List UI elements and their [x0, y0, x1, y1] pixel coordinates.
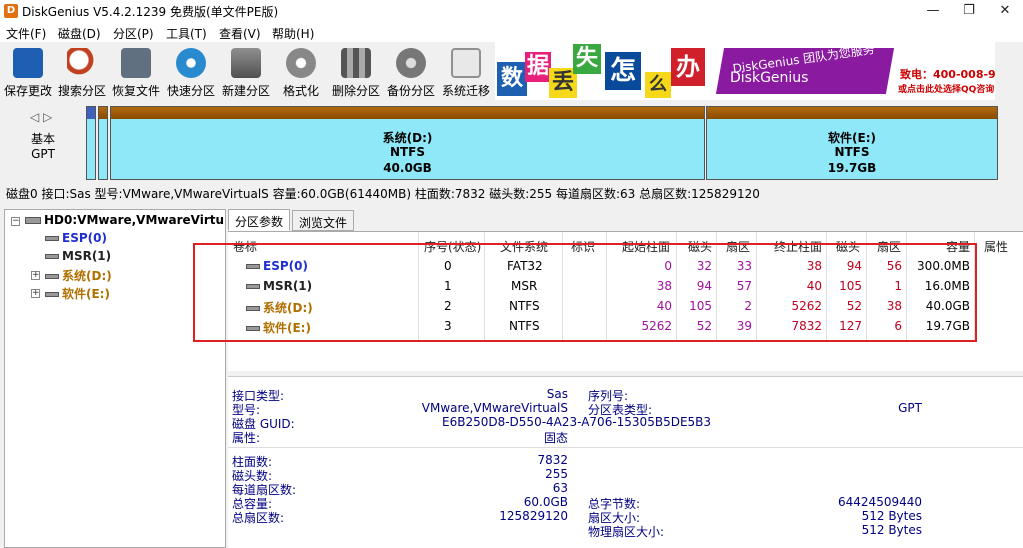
menu-view[interactable]: 查看(V) — [219, 25, 261, 42]
menu-partition[interactable]: 分区(P) — [113, 25, 154, 42]
migrate-icon — [451, 48, 481, 78]
info-value: E6B250D8-D550-4A23-A706-15305B5DE5B3 — [442, 415, 712, 429]
tree-item-msr[interactable]: MSR(1) — [45, 249, 111, 263]
quick-partition-button[interactable]: 快速分区 — [163, 46, 219, 98]
info-key: 分区表类型: — [588, 403, 653, 417]
partition-name: 软件(E:) — [828, 131, 876, 145]
info-key: 物理扇区大小: — [588, 525, 665, 539]
info-key: 总扇区数: — [232, 511, 285, 525]
menu-tools[interactable]: 工具(T) — [166, 25, 207, 42]
banner-char: 怎 — [605, 52, 641, 90]
menu-help[interactable]: 帮助(H) — [272, 25, 314, 42]
tree-item-label: ESP(0) — [62, 231, 107, 245]
info-value: 125829120 — [499, 509, 568, 523]
info-value: 63 — [552, 481, 568, 495]
tree-item-system-d[interactable]: 系统(D:) — [45, 267, 112, 284]
quick-partition-icon — [176, 48, 206, 78]
app-logo-icon: D — [4, 4, 18, 18]
disk-type-label: 基本 — [30, 132, 55, 146]
partition-name: 系统(D:) — [382, 131, 433, 145]
partition-icon — [45, 292, 59, 297]
banner-contact-area: DiskGenius 团队为您服务 DiskGenius 致电：400-008-… — [715, 42, 995, 100]
save-icon — [13, 48, 43, 78]
collapse-icon[interactable]: − — [11, 217, 20, 226]
divider — [228, 447, 1023, 448]
banner-char: 数 — [497, 62, 527, 96]
partition-block-d[interactable]: 系统(D:) NTFS 40.0GB — [110, 106, 705, 180]
info-value: GPT — [898, 401, 922, 415]
menu-disk[interactable]: 磁盘(D) — [58, 25, 101, 42]
info-value: 固态 — [543, 431, 568, 445]
banner-char: 么 — [645, 72, 671, 98]
delete-partition-button[interactable]: 删除分区 — [328, 46, 384, 98]
recover-icon — [121, 48, 151, 78]
disk-map: ◁ ▷ 基本 GPT 系统(D:) NTFS 40.0GB 软件(E:) NTF… — [0, 102, 1023, 182]
col-header-attr[interactable]: 属性 — [984, 238, 1008, 255]
recover-files-button[interactable]: 恢复文件 — [108, 46, 164, 98]
tree-disk-node[interactable]: HD0:VMware,VMwareVirtu — [25, 213, 224, 227]
banner-qq-link[interactable]: 或点击此处选择QQ咨询 — [898, 82, 994, 95]
format-icon — [286, 48, 316, 78]
backup-partition-button[interactable]: 备份分区 — [383, 46, 439, 98]
save-button[interactable]: 保存更改 — [0, 46, 56, 98]
info-value: 64424509440 — [838, 495, 922, 509]
partition-size: 19.7GB — [827, 161, 877, 175]
title-bar: D DiskGenius V5.4.2.1239 免费版(单文件PE版) — ❐… — [0, 0, 1023, 22]
partition-fs: NTFS — [389, 145, 426, 159]
highlight-box — [193, 243, 977, 342]
ad-banner[interactable]: 数 据 丢 失 怎 么 办 DiskGenius 团队为您服务 DiskGeni… — [495, 42, 995, 100]
expand-icon[interactable]: + — [31, 271, 40, 280]
partition-fs: NTFS — [834, 145, 870, 159]
format-button[interactable]: 格式化 — [273, 46, 329, 98]
menu-file[interactable]: 文件(F) — [6, 25, 46, 42]
maximize-icon[interactable]: ❐ — [951, 0, 987, 22]
disk-info-line: 磁盘0 接口:Sas 型号:VMware,VMwareVirtualS 容量:6… — [6, 187, 760, 201]
minimize-icon[interactable]: — — [915, 0, 951, 22]
delete-icon — [341, 48, 371, 78]
system-migration-button[interactable]: 系统迁移 — [438, 46, 494, 98]
info-value: 512 Bytes — [861, 509, 922, 523]
tree-item-esp[interactable]: ESP(0) — [45, 231, 107, 245]
new-partition-button[interactable]: 新建分区 — [218, 46, 274, 98]
partition-block-e[interactable]: 软件(E:) NTFS 19.7GB — [706, 106, 998, 180]
nav-arrows-icon[interactable]: ◁ ▷ — [30, 110, 52, 124]
partition-block-msr[interactable] — [98, 106, 108, 180]
tree-item-label: 软件(E:) — [62, 287, 110, 301]
partition-block-esp[interactable] — [86, 106, 96, 180]
disk-details-panel: 接口类型: Sas 型号: VMware,VMwareVirtualS 磁盘 G… — [228, 376, 1023, 548]
close-icon[interactable]: ✕ — [987, 0, 1023, 22]
partition-style-label: GPT — [31, 147, 55, 161]
tree-item-software-e[interactable]: 软件(E:) — [45, 285, 110, 302]
tree-item-label: MSR(1) — [62, 249, 112, 263]
tab-browse-files[interactable]: 浏览文件 — [292, 210, 355, 231]
banner-brand: DiskGenius — [730, 70, 809, 86]
banner-char: 失 — [573, 44, 601, 74]
info-value: 512 Bytes — [861, 523, 922, 537]
window-title: DiskGenius V5.4.2.1239 免费版(单文件PE版) — [22, 5, 279, 19]
tab-partition-params[interactable]: 分区参数 — [228, 209, 291, 231]
info-value: VMware,VMwareVirtualS — [421, 401, 568, 415]
info-value: 60.0GB — [523, 495, 568, 509]
backup-icon — [396, 48, 426, 78]
tree-disk-label: HD0:VMware,VMwareVirtu — [44, 213, 225, 227]
banner-phone: 致电：400-008-9958 — [900, 68, 995, 81]
new-partition-icon — [231, 48, 261, 78]
info-value: 7832 — [537, 453, 568, 467]
banner-char: 据 — [525, 52, 551, 82]
search-icon — [67, 48, 97, 78]
disk-icon — [25, 217, 41, 224]
info-value: Sas — [546, 387, 568, 401]
tree-item-label: 系统(D:) — [62, 269, 112, 283]
partition-icon — [45, 236, 59, 241]
info-key: 属性: — [232, 431, 261, 445]
search-partition-button[interactable]: 搜索分区 — [54, 46, 110, 98]
partition-size: 40.0GB — [383, 161, 432, 175]
expand-icon[interactable]: + — [31, 289, 40, 298]
partition-icon — [45, 274, 59, 279]
banner-char: 办 — [671, 48, 705, 86]
info-value: 255 — [545, 467, 568, 481]
partition-icon — [45, 254, 59, 259]
menu-bar: 文件(F) 磁盘(D) 分区(P) 工具(T) 查看(V) 帮助(H) — [0, 22, 1023, 42]
